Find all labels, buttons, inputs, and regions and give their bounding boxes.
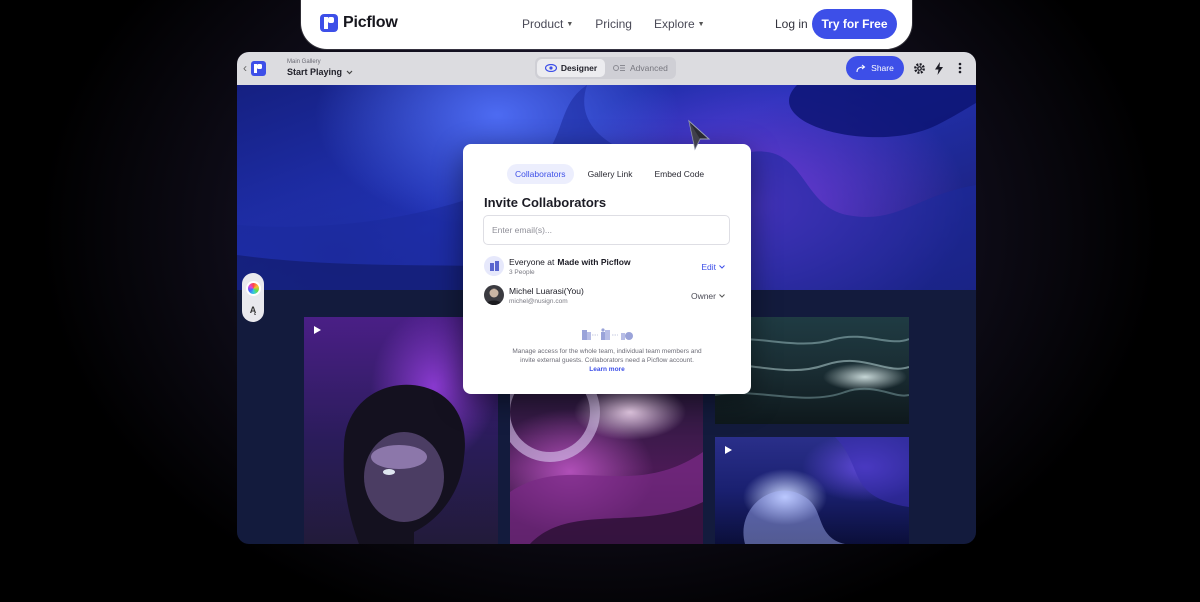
mode-switch: Designer Advanced <box>535 57 676 79</box>
advanced-mode-tab[interactable]: Advanced <box>613 59 668 77</box>
team-role-dropdown[interactable]: Edit <box>701 262 725 272</box>
user-access-row: Michel Luarasi(You) michel@nusign.com Ow… <box>484 285 730 307</box>
share-tabs: Collaborators Gallery Link Embed Code <box>507 164 712 184</box>
building-icon <box>484 256 504 276</box>
nav-explore-label: Explore <box>653 17 695 31</box>
advanced-mode-label: Advanced <box>630 63 668 73</box>
picflow-logo-icon[interactable] <box>251 61 266 76</box>
team-people-count: 3 People <box>509 269 535 276</box>
team-access-label: Everyone at Made with Picflow <box>509 257 631 267</box>
brand[interactable]: Picflow <box>320 14 398 32</box>
collaboration-illustration-icon <box>582 328 633 340</box>
gear-icon[interactable] <box>912 61 926 75</box>
email-input[interactable] <box>483 215 730 245</box>
nav-pricing-label: Pricing <box>595 17 632 31</box>
typography-icon[interactable]: Ą <box>250 305 257 315</box>
nav-pricing[interactable]: Pricing <box>595 17 632 31</box>
breadcrumb: Main Gallery <box>287 59 321 65</box>
settings-list-icon <box>613 65 625 71</box>
login-link[interactable]: Log in <box>775 17 808 31</box>
chevron-down-icon <box>719 294 725 298</box>
chevron-down-icon <box>346 70 353 74</box>
user-name: Michel Luarasi(You) <box>509 286 584 296</box>
fluid-shapes <box>743 437 909 544</box>
collaborators-footnote: Manage access for the whole team, indivi… <box>511 348 703 374</box>
share-modal: Collaborators Gallery Link Embed Code In… <box>463 144 751 394</box>
nav-product[interactable]: Product ▼ <box>522 17 573 31</box>
lightning-icon[interactable] <box>932 61 946 75</box>
nav-explore[interactable]: Explore ▼ <box>654 17 705 31</box>
team-prefix: Everyone at <box>509 257 555 267</box>
team-org-name: Made with Picflow <box>557 257 631 267</box>
gallery-image-fluid[interactable] <box>715 437 909 544</box>
share-label: Share <box>871 63 894 73</box>
nav-product-label: Product <box>522 17 564 31</box>
tab-gallery-link[interactable]: Gallery Link <box>580 164 641 184</box>
design-side-toolbar: Ą <box>242 273 264 322</box>
mouse-cursor-icon <box>688 119 711 151</box>
tab-embed-code[interactable]: Embed Code <box>646 164 712 184</box>
share-arrow-icon <box>856 64 866 72</box>
chevron-down-icon: ▼ <box>697 20 705 28</box>
nav-links: Product ▼ Pricing Explore ▼ <box>522 17 705 31</box>
try-for-free-button[interactable]: Try for Free <box>812 9 897 39</box>
user-role-label: Owner <box>690 291 716 301</box>
tab-collaborators[interactable]: Collaborators <box>507 164 574 184</box>
abstract-shapes <box>510 392 703 544</box>
app-toolbar: ‹ Main Gallery Start Playing Designer Ad… <box>237 52 976 85</box>
color-palette-icon[interactable] <box>245 280 261 296</box>
eye-icon <box>544 64 557 72</box>
modal-title: Invite Collaborators <box>484 195 607 210</box>
team-role-label: Edit <box>701 262 716 272</box>
picflow-logo-icon <box>320 14 338 32</box>
back-chevron-icon[interactable]: ‹ <box>243 61 247 75</box>
chevron-down-icon <box>719 265 725 269</box>
user-access-text: Michel Luarasi(You) michel@nusign.com <box>509 286 584 305</box>
designer-mode-tab[interactable]: Designer <box>537 59 605 77</box>
avatar <box>484 285 504 305</box>
marketing-nav: Picflow Product ▼ Pricing Explore ▼ Log … <box>301 0 912 49</box>
team-access-row: Everyone at Made with Picflow 3 People Ed… <box>484 256 730 278</box>
gallery-title: Start Playing <box>287 67 343 77</box>
more-options-icon[interactable] <box>953 61 967 75</box>
team-access-text: Everyone at Made with Picflow 3 People <box>509 257 631 276</box>
footnote-text: Manage access for the whole team, indivi… <box>512 348 702 364</box>
designer-mode-label: Designer <box>560 63 598 73</box>
user-email: michel@nusign.com <box>509 298 568 305</box>
learn-more-link[interactable]: Learn more <box>589 366 624 373</box>
brand-name: Picflow <box>343 14 398 31</box>
user-role-dropdown[interactable]: Owner <box>691 291 725 301</box>
chevron-down-icon: ▼ <box>566 20 574 28</box>
gallery-title-dropdown[interactable]: Start Playing <box>287 67 353 77</box>
gallery-image-abstract[interactable] <box>510 392 703 544</box>
share-button[interactable]: Share <box>846 56 904 80</box>
